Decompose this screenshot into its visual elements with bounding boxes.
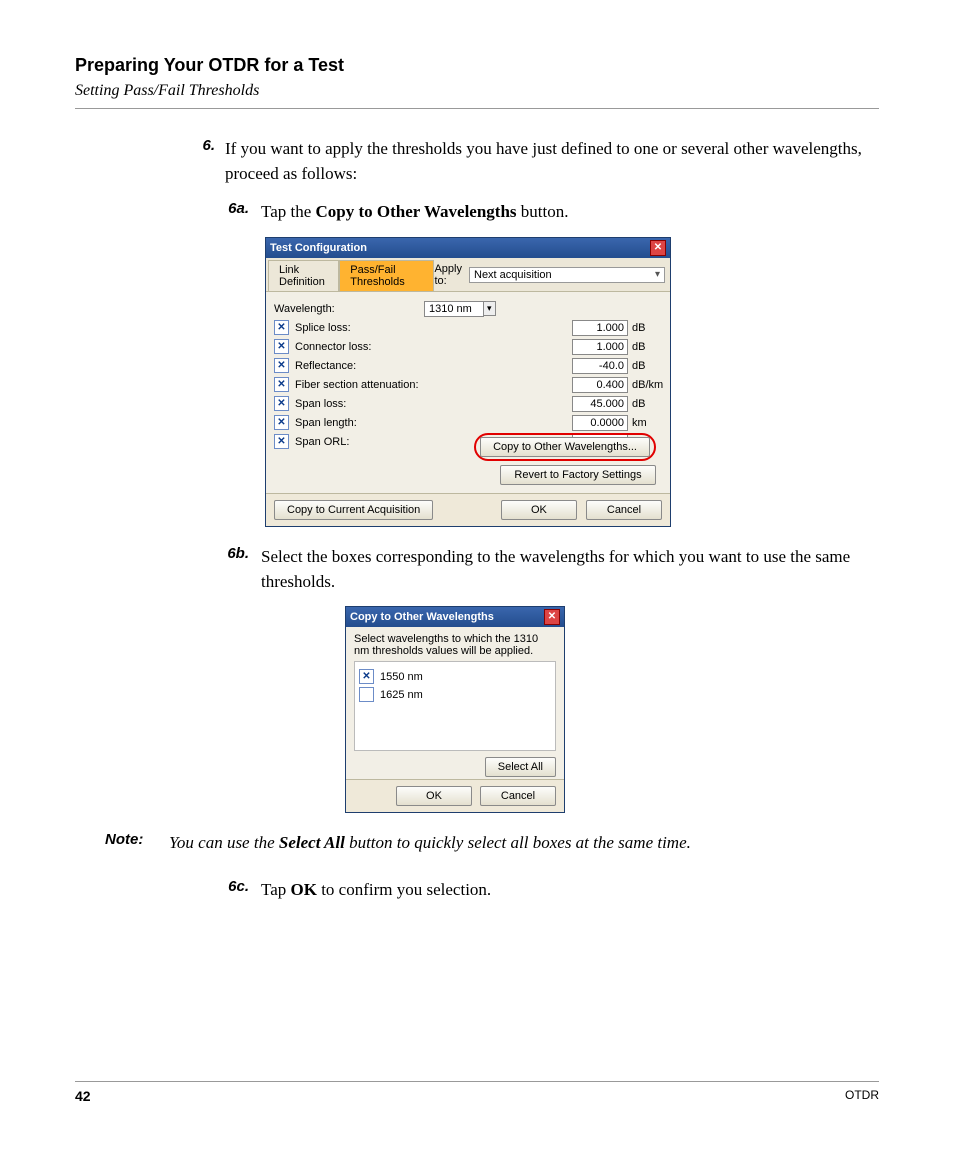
checkbox-span-loss[interactable]: ✕: [274, 396, 289, 411]
window-title: Test Configuration: [270, 242, 367, 254]
unit: dB: [632, 398, 662, 410]
unit: dB: [632, 322, 662, 334]
callout-highlight: Copy to Other Wavelengths...: [474, 433, 656, 461]
bold-run: OK: [291, 880, 317, 899]
unit: dB/km: [632, 379, 662, 391]
text-run: You can use the: [169, 833, 279, 852]
list-item-label: 1625 nm: [380, 689, 423, 701]
input-span-length[interactable]: 0.0000: [572, 415, 628, 431]
text-run: Tap the: [261, 202, 316, 221]
ok-button[interactable]: OK: [501, 500, 577, 520]
screenshot-test-configuration: Test Configuration ✕ Link Definition Pas…: [265, 237, 671, 527]
substep-text: Tap OK to confirm you selection.: [261, 878, 491, 903]
checkbox-span-length[interactable]: ✕: [274, 415, 289, 430]
step-number: 6.: [185, 137, 225, 186]
substep-number: 6a.: [215, 200, 261, 225]
text-run: to confirm you selection.: [321, 880, 491, 899]
wavelength-list: ✕ 1550 nm ✕ 1625 nm: [354, 661, 556, 751]
input-splice-loss[interactable]: 1.000: [572, 320, 628, 336]
window-titlebar: Test Configuration ✕: [266, 238, 670, 258]
label: Reflectance:: [295, 360, 435, 372]
input-reflectance[interactable]: -40.0: [572, 358, 628, 374]
close-icon[interactable]: ✕: [650, 240, 666, 256]
doc-name: OTDR: [845, 1088, 879, 1104]
dialog-message: Select wavelengths to which the 1310 nm …: [346, 627, 564, 661]
text-run: button.: [521, 202, 569, 221]
page-footer: 42 OTDR: [75, 1081, 879, 1104]
select-all-button[interactable]: Select All: [485, 757, 556, 777]
step-6b: 6b. Select the boxes corresponding to th…: [215, 545, 879, 594]
bold-run: Select All: [279, 833, 345, 852]
dialog-titlebar: Copy to Other Wavelengths ✕: [346, 607, 564, 627]
cancel-button[interactable]: Cancel: [586, 500, 662, 520]
bold-run: Copy to Other Wavelengths: [316, 202, 517, 221]
tab-strip: Link Definition Pass/Fail Thresholds App…: [266, 258, 670, 292]
wavelength-label: Wavelength:: [274, 303, 424, 315]
list-item: ✕ 1625 nm: [359, 687, 551, 702]
note-text: You can use the Select All button to qui…: [169, 831, 691, 856]
dialog-title: Copy to Other Wavelengths: [350, 611, 494, 623]
label: Connector loss:: [295, 341, 435, 353]
row-span-loss: ✕ Span loss: 45.000 dB: [274, 396, 662, 412]
substep-text: Select the boxes corresponding to the wa…: [261, 545, 879, 594]
unit: dB: [632, 360, 662, 372]
copy-to-current-acquisition-button[interactable]: Copy to Current Acquisition: [274, 500, 433, 520]
tab-pass-fail-thresholds[interactable]: Pass/Fail Thresholds: [339, 260, 434, 291]
checkbox-1625[interactable]: ✕: [359, 687, 374, 702]
checkbox-splice-loss[interactable]: ✕: [274, 320, 289, 335]
row-span-length: ✕ Span length: 0.0000 km: [274, 415, 662, 431]
ok-button[interactable]: OK: [396, 786, 472, 806]
copy-to-other-wavelengths-button[interactable]: Copy to Other Wavelengths...: [480, 437, 650, 457]
row-splice-loss: ✕ Splice loss: 1.000 dB: [274, 320, 662, 336]
unit: km: [632, 417, 662, 429]
screenshot-copy-dialog: Copy to Other Wavelengths ✕ Select wavel…: [345, 606, 565, 813]
label: Span loss:: [295, 398, 435, 410]
row-fiber-section-attenuation: ✕ Fiber section attenuation: 0.400 dB/km: [274, 377, 662, 393]
note-label: Note:: [105, 831, 169, 856]
checkbox-fiber-section[interactable]: ✕: [274, 377, 289, 392]
note: Note: You can use the Select All button …: [105, 831, 879, 856]
row-connector-loss: ✕ Connector loss: 1.000 dB: [274, 339, 662, 355]
revert-to-factory-button[interactable]: Revert to Factory Settings: [500, 465, 656, 485]
section-subtitle: Setting Pass/Fail Thresholds: [75, 82, 879, 100]
checkbox-reflectance[interactable]: ✕: [274, 358, 289, 373]
text-run: Tap: [261, 880, 291, 899]
wavelength-select[interactable]: 1310 nm: [424, 301, 484, 317]
cancel-button[interactable]: Cancel: [480, 786, 556, 806]
tab-link-definition[interactable]: Link Definition: [268, 260, 339, 291]
step-6c: 6c. Tap OK to confirm you selection.: [215, 878, 879, 903]
checkbox-span-orl[interactable]: ✕: [274, 434, 289, 449]
unit: dB: [632, 341, 662, 353]
step-6a: 6a. Tap the Copy to Other Wavelengths bu…: [215, 200, 879, 225]
label: Span ORL:: [295, 436, 435, 448]
step-6: 6. If you want to apply the thresholds y…: [185, 137, 879, 186]
label: Fiber section attenuation:: [295, 379, 435, 391]
input-fiber-section[interactable]: 0.400: [572, 377, 628, 393]
checkbox-connector-loss[interactable]: ✕: [274, 339, 289, 354]
label: Span length:: [295, 417, 435, 429]
substep-number: 6b.: [215, 545, 261, 594]
list-item: ✕ 1550 nm: [359, 669, 551, 684]
chapter-title: Preparing Your OTDR for a Test: [75, 55, 879, 76]
page-number: 42: [75, 1088, 91, 1104]
apply-to-select[interactable]: Next acquisition: [469, 267, 665, 283]
label: Splice loss:: [295, 322, 435, 334]
list-item-label: 1550 nm: [380, 671, 423, 683]
apply-to-label: Apply to:: [434, 263, 469, 287]
close-icon[interactable]: ✕: [544, 609, 560, 625]
input-span-loss[interactable]: 45.000: [572, 396, 628, 412]
checkbox-1550[interactable]: ✕: [359, 669, 374, 684]
chevron-down-icon[interactable]: ▾: [483, 301, 496, 316]
header-rule: [75, 108, 879, 109]
text-run: button to quickly select all boxes at th…: [349, 833, 691, 852]
step-text: If you want to apply the thresholds you …: [225, 137, 879, 186]
input-connector-loss[interactable]: 1.000: [572, 339, 628, 355]
row-reflectance: ✕ Reflectance: -40.0 dB: [274, 358, 662, 374]
substep-number: 6c.: [215, 878, 261, 903]
substep-text: Tap the Copy to Other Wavelengths button…: [261, 200, 569, 225]
